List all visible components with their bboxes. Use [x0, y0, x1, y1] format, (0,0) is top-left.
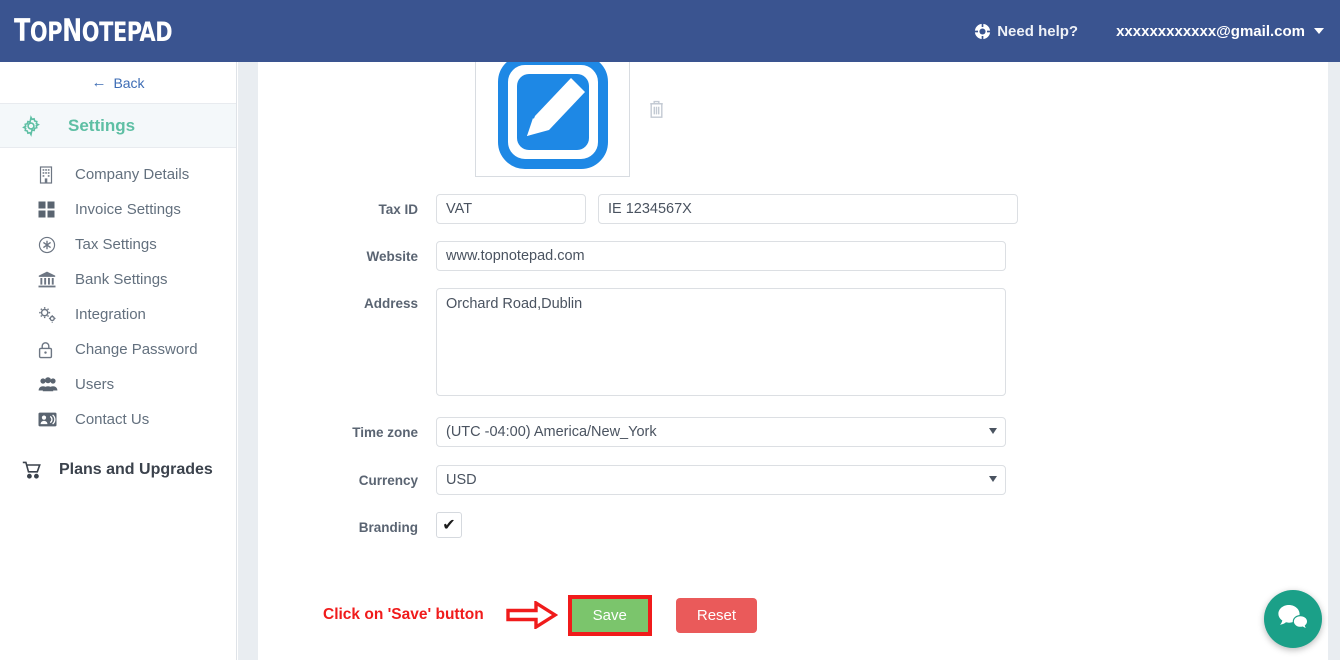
- timezone-select-wrap: (UTC -04:00) America/New_York: [436, 417, 1006, 447]
- block-arrow-right-icon: [505, 601, 558, 629]
- account-menu[interactable]: xxxxxxxxxxxx@gmail.com: [1116, 23, 1324, 40]
- field-row-address: Address: [258, 288, 1006, 396]
- website-input[interactable]: [436, 241, 1006, 271]
- chat-bubbles-icon: [1277, 603, 1309, 636]
- account-email-label: xxxxxxxxxxxx@gmail.com: [1116, 22, 1305, 40]
- header-right-group: Need help? xxxxxxxxxxxx@gmail.com: [974, 23, 1324, 40]
- field-row-currency: Currency USD: [258, 465, 1006, 495]
- sidebar-item-label: Company Details: [75, 166, 190, 183]
- field-row-website: Website: [258, 241, 1006, 271]
- field-row-branding: Branding ✔: [258, 512, 462, 538]
- contact-card-icon: [38, 412, 64, 427]
- delete-logo-button[interactable]: [648, 99, 665, 124]
- sidebar-item-plans-and-upgrades[interactable]: Plans and Upgrades: [0, 451, 236, 489]
- sidebar: ← Back Settings Company Details Invoice …: [0, 62, 237, 660]
- building-icon: [38, 165, 64, 184]
- sidebar-item-users[interactable]: Users: [0, 367, 236, 402]
- tax-id-type-input[interactable]: [436, 194, 586, 224]
- need-help-label: Need help?: [997, 22, 1079, 40]
- sidebar-item-label: Invoice Settings: [75, 201, 181, 218]
- save-button-highlight: Save: [567, 594, 652, 636]
- checkmark-icon: ✔: [442, 517, 456, 534]
- cogs-icon: [38, 306, 64, 323]
- field-row-timezone: Time zone (UTC -04:00) America/New_York: [258, 417, 1006, 447]
- branding-checkbox[interactable]: ✔: [436, 512, 462, 538]
- gear-icon: [20, 114, 42, 137]
- sidebar-item-invoice-settings[interactable]: Invoice Settings: [0, 192, 236, 227]
- need-help-button[interactable]: Need help?: [974, 23, 1078, 40]
- currency-label: Currency: [358, 473, 418, 488]
- save-button[interactable]: Save: [571, 598, 648, 632]
- sidebar-item-contact-us[interactable]: Contact Us: [0, 402, 236, 437]
- back-button[interactable]: ← Back: [0, 62, 236, 104]
- app-logo[interactable]: TOPNOTEPAD: [14, 13, 173, 49]
- tax-id-number-input[interactable]: [598, 194, 1018, 224]
- sidebar-item-label: Integration: [75, 306, 146, 323]
- lock-icon: [38, 341, 64, 359]
- tax-id-label: Tax ID: [378, 202, 418, 217]
- arrow-left-icon: ←: [91, 74, 107, 91]
- sidebar-item-company-details[interactable]: Company Details: [0, 157, 236, 192]
- sidebar-section-title: Settings: [68, 115, 136, 135]
- sidebar-item-label: Tax Settings: [75, 236, 157, 253]
- life-ring-icon: [974, 22, 991, 40]
- form-actions: Click on 'Save' button Save Reset: [258, 585, 1328, 645]
- website-label: Website: [366, 249, 418, 264]
- sidebar-section-settings[interactable]: Settings: [0, 104, 236, 148]
- reset-button[interactable]: Reset: [675, 597, 758, 633]
- sidebar-item-label: Change Password: [75, 341, 198, 358]
- bank-icon: [38, 271, 64, 288]
- users-icon: [38, 377, 64, 392]
- company-logo-preview[interactable]: [475, 54, 630, 177]
- chevron-down-icon: [1314, 28, 1324, 34]
- sidebar-item-integration[interactable]: Integration: [0, 297, 236, 332]
- sidebar-item-bank-settings[interactable]: Bank Settings: [0, 262, 236, 297]
- chat-widget-button[interactable]: [1264, 590, 1322, 648]
- company-logo-image: [497, 55, 608, 169]
- timezone-label: Time zone: [352, 425, 418, 440]
- address-textarea[interactable]: [436, 288, 1006, 396]
- right-rail: [1328, 62, 1340, 660]
- sidebar-item-label: Users: [75, 376, 115, 393]
- sidebar-nav: Company Details Invoice Settings Tax Set…: [0, 148, 236, 437]
- save-hint-annotation: Click on 'Save' button: [323, 606, 484, 623]
- shopping-cart-icon: [22, 461, 48, 479]
- asterisk-badge-icon: [38, 236, 64, 254]
- sidebar-content-gutter: [238, 62, 258, 660]
- field-row-tax-id: Tax ID: [258, 194, 1018, 224]
- currency-select-wrap: USD: [436, 465, 1006, 495]
- settings-form-panel: Tax ID Website Address Time zone (UTC -0…: [258, 54, 1328, 660]
- back-label: Back: [113, 74, 145, 91]
- sidebar-item-label: Bank Settings: [75, 271, 168, 288]
- branding-label: Branding: [358, 520, 418, 535]
- sidebar-item-change-password[interactable]: Change Password: [0, 332, 236, 367]
- app-header: TOPNOTEPAD Need help? xxxxxxxxxxxx@gmail…: [0, 0, 1340, 62]
- address-label: Address: [363, 296, 418, 311]
- grid-squares-icon: [38, 201, 64, 218]
- currency-select[interactable]: USD: [436, 465, 1006, 495]
- sidebar-item-tax-settings[interactable]: Tax Settings: [0, 227, 236, 262]
- timezone-select[interactable]: (UTC -04:00) America/New_York: [436, 417, 1006, 447]
- sidebar-item-label: Contact Us: [75, 411, 150, 428]
- sidebar-item-label: Plans and Upgrades: [59, 461, 213, 478]
